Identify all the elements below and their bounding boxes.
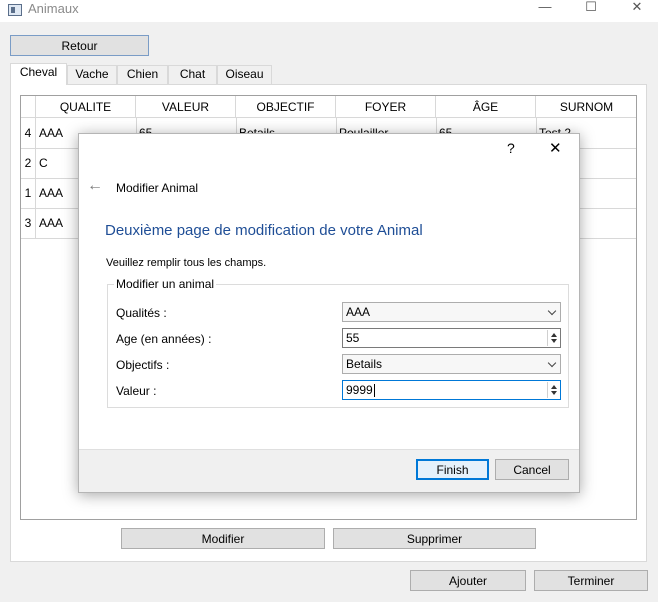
modify-animal-dialog: ? ✕ ← Modifier Animal Deuxième page de m… [78, 133, 580, 493]
cancel-button[interactable]: Cancel [495, 459, 569, 480]
terminer-button[interactable]: Terminer [534, 570, 648, 591]
maximize-button[interactable]: ☐ [568, 0, 614, 22]
dialog-title: Modifier Animal [116, 181, 199, 195]
window-title: Animaux [28, 1, 79, 16]
groupbox-title: Modifier un animal [114, 277, 217, 291]
objectifs-label: Objectifs : [116, 358, 170, 372]
valeur-spinbox[interactable]: 9999 [342, 380, 561, 400]
row-header[interactable]: 4 [21, 118, 36, 148]
corner-header[interactable] [21, 96, 36, 118]
close-button[interactable]: ✕ [614, 0, 658, 22]
supprimer-button[interactable]: Supprimer [333, 528, 536, 549]
age-spinbox[interactable]: 55 [342, 328, 561, 348]
back-arrow-icon[interactable]: ← [87, 177, 103, 195]
column-header-valeur[interactable]: VALEUR [136, 96, 236, 118]
spin-arrows-icon[interactable] [547, 382, 559, 398]
qualites-label: Qualités : [116, 306, 167, 320]
qualites-value: AAA [346, 305, 371, 319]
age-value: 55 [346, 331, 360, 345]
row-header[interactable]: 1 [21, 178, 36, 208]
page-heading: Deuxième page de modification de votre A… [105, 222, 423, 239]
help-icon[interactable]: ? [507, 140, 515, 156]
valeur-label: Valeur : [116, 384, 157, 398]
column-header-objectif[interactable]: OBJECTIF [236, 96, 336, 118]
text-cursor [373, 384, 375, 398]
row-header[interactable]: 2 [21, 148, 36, 178]
app-icon [8, 4, 22, 16]
finish-button[interactable]: Finish [416, 459, 489, 480]
title-bar: Animaux — ☐ ✕ [0, 0, 658, 22]
dialog-close-icon[interactable]: ✕ [549, 139, 562, 157]
tab-chien[interactable]: Chien [117, 65, 168, 84]
column-header-foyer[interactable]: FOYER [336, 96, 436, 118]
spin-arrows-icon[interactable] [547, 330, 559, 346]
column-header-surnom[interactable]: SURNOM [536, 96, 636, 118]
objectifs-value: Betails [346, 357, 383, 371]
modify-animal-groupbox: Modifier un animal Qualités : AAA Age (e… [107, 277, 569, 408]
row-header[interactable]: 3 [21, 208, 36, 238]
age-label: Age (en années) : [116, 332, 212, 346]
chevron-down-icon [547, 306, 557, 316]
column-header-age[interactable]: ÂGE [436, 96, 536, 118]
dialog-footer: Finish Cancel [79, 449, 579, 492]
instructions-text: Veuillez remplir tous les champs. [106, 257, 267, 269]
minimize-button[interactable]: — [522, 0, 568, 22]
qualites-combobox[interactable]: AAA [342, 302, 561, 322]
tab-vache[interactable]: Vache [67, 65, 117, 84]
back-button[interactable]: Retour [10, 35, 149, 56]
objectifs-combobox[interactable]: Betails [342, 354, 561, 374]
chevron-down-icon [547, 358, 557, 368]
ajouter-button[interactable]: Ajouter [410, 570, 526, 591]
modifier-button[interactable]: Modifier [121, 528, 325, 549]
valeur-value: 9999 [346, 383, 373, 397]
column-header-qualite[interactable]: QUALITE [36, 96, 136, 118]
tab-oiseau[interactable]: Oiseau [217, 65, 272, 84]
tab-cheval[interactable]: Cheval [10, 63, 67, 85]
tab-chat[interactable]: Chat [168, 65, 217, 84]
